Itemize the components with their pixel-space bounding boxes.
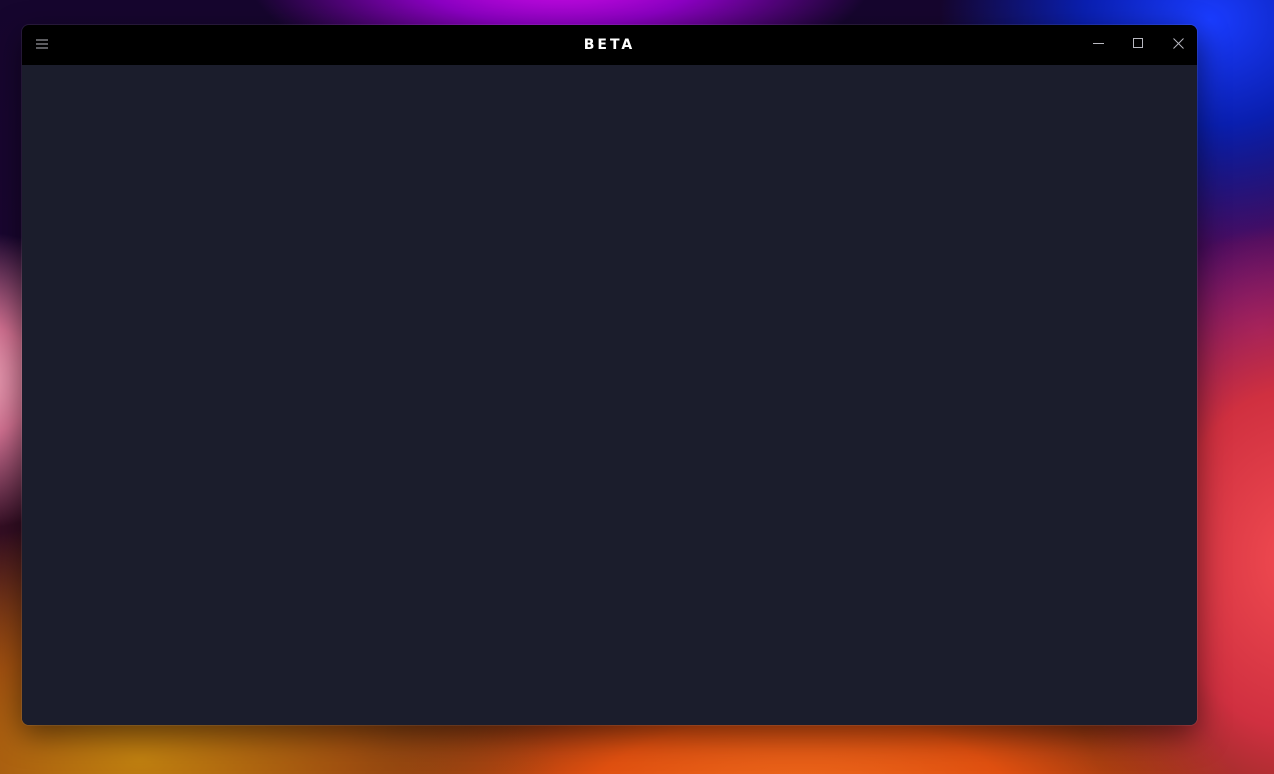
close-icon — [1172, 36, 1184, 54]
title-bar[interactable]: BETA — [22, 25, 1197, 65]
menu-button[interactable] — [30, 33, 54, 57]
minimize-icon — [1092, 36, 1104, 54]
maximize-icon — [1132, 36, 1144, 54]
desktop-wallpaper: BETA — [0, 0, 1274, 774]
app-window: BETA — [22, 25, 1197, 725]
main-content-area — [22, 65, 1197, 725]
hamburger-icon — [36, 36, 48, 54]
minimize-button[interactable] — [1078, 25, 1118, 65]
maximize-button[interactable] — [1118, 25, 1158, 65]
window-title: BETA — [583, 37, 636, 53]
close-button[interactable] — [1158, 25, 1197, 65]
